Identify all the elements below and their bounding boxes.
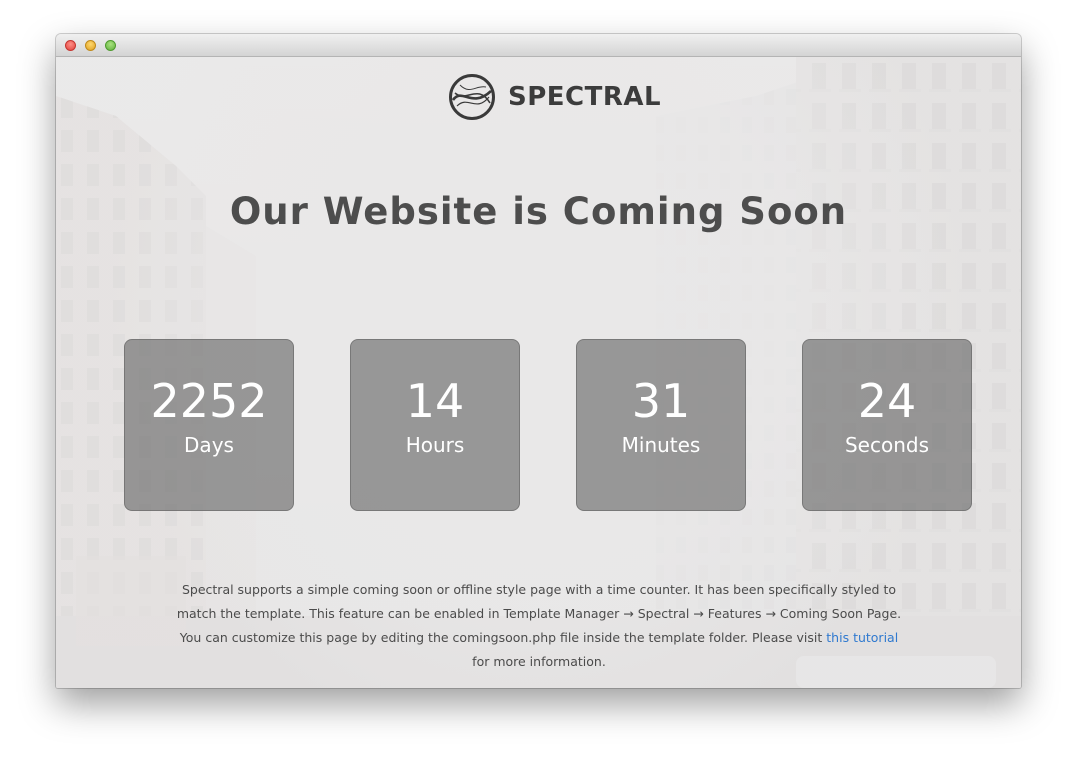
countdown-hours: 14 Hours [350,339,520,511]
countdown-days: 2252 Days [124,339,294,511]
close-window-button[interactable] [65,40,76,51]
countdown-days-label: Days [184,433,234,457]
browser-window: SPECTRAL Our Website is Coming Soon 2252… [56,34,1021,688]
countdown-seconds: 24 Seconds [802,339,972,511]
countdown-minutes: 31 Minutes [576,339,746,511]
minimize-window-button[interactable] [85,40,96,51]
description-text-before-link: Spectral supports a simple coming soon o… [176,582,902,645]
description-text: Spectral supports a simple coming soon o… [174,578,904,674]
countdown-minutes-label: Minutes [621,433,701,457]
tutorial-link[interactable]: this tutorial [826,630,898,645]
countdown-seconds-value: 24 [857,374,917,428]
countdown-days-value: 2252 [150,374,268,428]
countdown-hours-label: Hours [405,433,465,457]
countdown-seconds-label: Seconds [844,433,930,457]
countdown-minutes-value: 31 [631,374,691,428]
window-titlebar [56,34,1021,57]
coming-soon-page: SPECTRAL Our Website is Coming Soon 2252… [56,56,1021,688]
countdown-hours-value: 14 [405,374,465,428]
description-text-after-link: for more information. [472,654,606,669]
zoom-window-button[interactable] [105,40,116,51]
